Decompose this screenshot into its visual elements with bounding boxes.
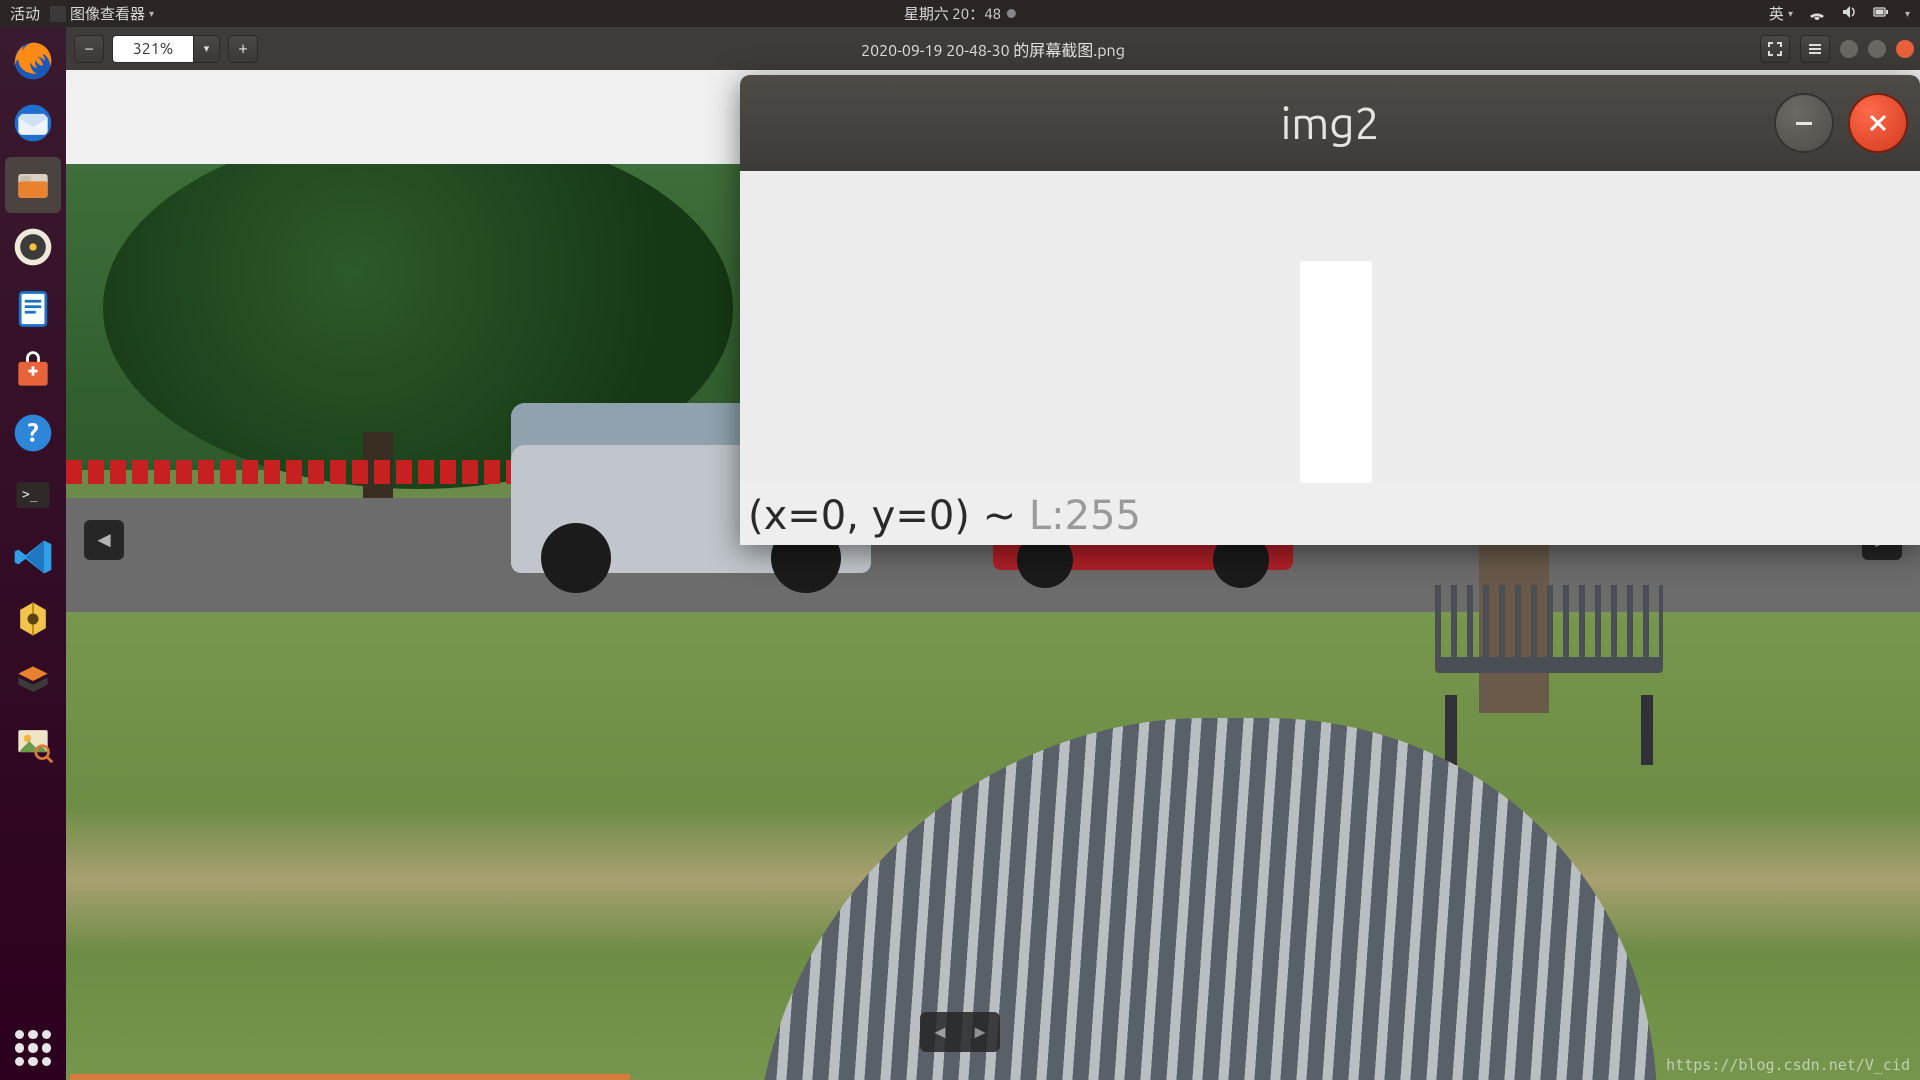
dock-app-generic-2[interactable] — [5, 653, 61, 709]
show-applications-button[interactable] — [0, 1030, 66, 1066]
chevron-down-icon: ▾ — [149, 8, 154, 20]
dock-image-viewer[interactable] — [5, 715, 61, 771]
clock[interactable]: 星期六 20：48 — [904, 3, 1016, 24]
zoom-level-field[interactable]: 321% — [112, 35, 194, 63]
apps-grid-icon — [15, 1030, 51, 1066]
opencv-window-title: img2 — [1281, 99, 1380, 148]
opencv-status-bar: (x=0, y=0) ~ L:255 — [748, 493, 1141, 539]
hamburger-menu-button[interactable] — [1800, 35, 1830, 63]
opencv-image-canvas[interactable] — [740, 171, 1920, 481]
zoom-out-button[interactable]: − — [74, 35, 104, 63]
nav-next-icon: ► — [971, 1022, 989, 1043]
network-icon[interactable] — [1809, 4, 1825, 23]
dock-software[interactable] — [5, 343, 61, 399]
volume-icon[interactable] — [1841, 4, 1857, 23]
opencv-status-pixel-value: L:255 — [1029, 493, 1141, 539]
dock-thunderbird[interactable] — [5, 95, 61, 151]
dock-help[interactable]: ? — [5, 405, 61, 461]
battery-icon[interactable] — [1873, 4, 1889, 23]
close-icon — [1865, 110, 1891, 136]
window-close-button[interactable] — [1896, 40, 1914, 58]
nav-prev-icon: ◄ — [931, 1022, 949, 1043]
opencv-minimize-button[interactable] — [1776, 95, 1832, 151]
input-method-indicator[interactable]: 英 ▾ — [1769, 3, 1793, 24]
chevron-down-icon: ▾ — [1788, 8, 1793, 20]
bottom-nav-overlay[interactable]: ◄ ► — [920, 1012, 1000, 1052]
gnome-top-bar: 活动 图像查看器 ▾ 星期六 20：48 英 ▾ ▾ — [0, 0, 1920, 27]
fullscreen-button[interactable] — [1760, 35, 1790, 63]
dock-rhythmbox[interactable] — [5, 219, 61, 275]
app-menu[interactable]: 图像查看器 ▾ — [50, 3, 154, 24]
prev-image-button[interactable]: ◄ — [84, 520, 124, 560]
clock-label: 星期六 20：48 — [904, 3, 1001, 24]
recording-indicator-icon — [1007, 9, 1016, 18]
dock-files[interactable] — [5, 157, 61, 213]
dock-app-generic-1[interactable] — [5, 591, 61, 647]
zoom-in-button[interactable]: + — [228, 35, 258, 63]
horizontal-scroll-indicator[interactable] — [70, 1074, 630, 1080]
opencv-status-coords: (x=0, y=0) ~ — [748, 493, 1029, 539]
app-menu-label: 图像查看器 — [70, 3, 145, 24]
ime-label: 英 — [1769, 3, 1784, 24]
dock-writer[interactable] — [5, 281, 61, 337]
activities-button[interactable]: 活动 — [10, 3, 40, 24]
fullscreen-icon — [1767, 41, 1783, 57]
hamburger-icon — [1807, 41, 1823, 57]
window-minimize-button[interactable] — [1840, 40, 1858, 58]
image-viewer-toolbar: − 321% ▾ + 2020-09-19 20-48-30 的屏幕截图.png — [66, 27, 1920, 70]
window-maximize-button[interactable] — [1868, 40, 1886, 58]
dock-firefox[interactable] — [5, 33, 61, 89]
opencv-close-button[interactable] — [1850, 95, 1906, 151]
dock-terminal[interactable]: >_ — [5, 467, 61, 523]
dock-vscode[interactable] — [5, 529, 61, 585]
zoom-dropdown-button[interactable]: ▾ — [194, 35, 220, 63]
svg-text:?: ? — [27, 417, 38, 446]
svg-text:>_: >_ — [22, 488, 38, 503]
minimize-icon — [1791, 110, 1817, 136]
ubuntu-dock: ? >_ — [0, 27, 66, 1080]
image-viewer-title: 2020-09-19 20-48-30 的屏幕截图.png — [861, 37, 1125, 61]
opencv-window[interactable]: img2 (x=0, y=0) ~ L:255 — [740, 75, 1920, 545]
opencv-image-content — [1300, 261, 1372, 483]
watermark-text: https://blog.csdn.net/V_cid — [1666, 1056, 1910, 1074]
opencv-titlebar[interactable]: img2 — [740, 75, 1920, 171]
app-menu-icon — [50, 6, 66, 22]
system-menu-chevron-icon[interactable]: ▾ — [1905, 8, 1910, 20]
